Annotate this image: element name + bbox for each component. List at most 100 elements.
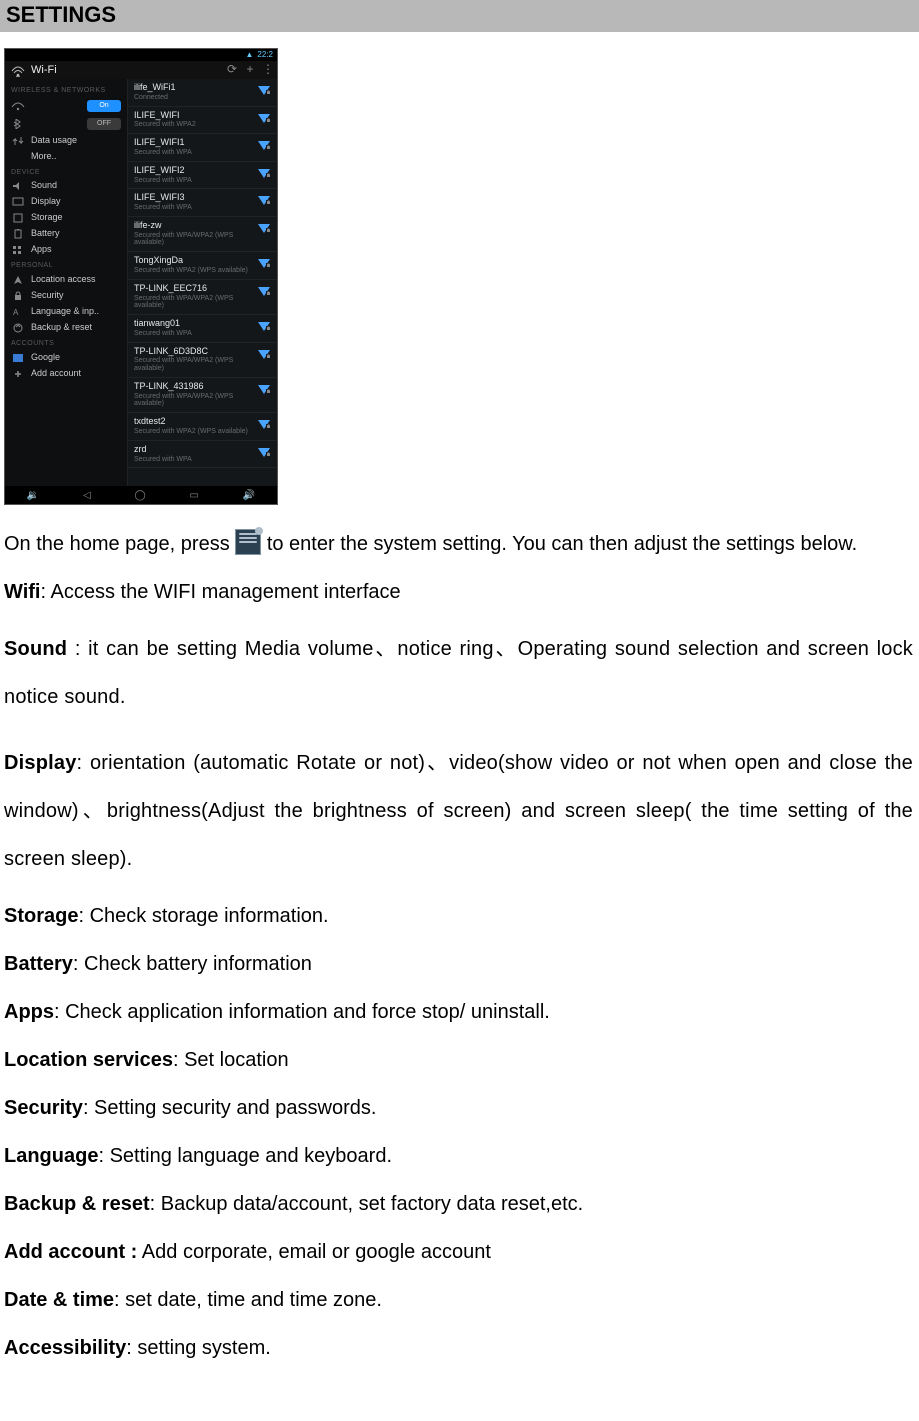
sidebar-item-storage[interactable]: Storage (5, 210, 127, 226)
sidebar-item-label: Language & inp.. (31, 307, 99, 317)
sidebar-item-backup-reset[interactable]: Backup & reset (5, 320, 127, 336)
wifi-network-item[interactable]: ILIFE_WIFI3Secured with WPA (128, 189, 277, 217)
system-nav-bar: 🔉 ◁ ◯ ▭ 🔊 (5, 486, 277, 504)
setting-desc: : Check application information and forc… (54, 1001, 550, 1023)
wifi-network-item[interactable]: txdtest2Secured with WPA2 (WPS available… (128, 413, 277, 441)
nav-sound-icon[interactable]: 🔊 (243, 490, 255, 501)
wifi-network-item[interactable]: tianwang01Secured with WPA (128, 315, 277, 343)
wifi-security: Secured with WPA2 (134, 121, 257, 129)
nav-home-icon[interactable]: ◯ (134, 490, 145, 501)
setting-desc: : Check battery information (73, 953, 312, 975)
sidebar-item-label: Add account (31, 369, 81, 379)
toggle-switch[interactable]: On (87, 100, 121, 112)
setting-desc: Add corporate, email or google account (137, 1241, 491, 1263)
sidebar-item-label: Security (31, 291, 64, 301)
wifi-ssid: TP-LINK_6D3D8C (134, 347, 257, 357)
sidebar-item-bt[interactable]: OFF (5, 115, 127, 133)
apps-icon (11, 245, 25, 255)
sidebar-item-data-usage[interactable]: Data usage (5, 133, 127, 149)
wifi-signal-icon (257, 167, 271, 179)
wifi-network-item[interactable]: ilife_WiFi1Connected (128, 79, 277, 107)
wifi-signal-icon (257, 222, 271, 234)
wifi-network-item[interactable]: TongXingDaSecured with WPA2 (WPS availab… (128, 252, 277, 280)
wifi-signal-icon (257, 320, 271, 332)
setting-desc: : it can be setting Media volume、notice … (4, 638, 913, 708)
wifi-ssid: TP-LINK_431986 (134, 382, 257, 392)
wifi-icon (11, 63, 25, 77)
setting-label: Battery (4, 953, 73, 975)
sidebar-category: WIRELESS & NETWORKS (5, 83, 127, 97)
wifi-security: Secured with WPA (134, 330, 257, 338)
wifi-network-item[interactable]: TP-LINK_6D3D8CSecured with WPA/WPA2 (WPS… (128, 343, 277, 378)
settings-screenshot: ▲ 22:2 Wi-Fi ⟳ + ⋮ WIRELESS & NETWORKS O… (4, 48, 919, 505)
wifi-ssid: ilife_WiFi1 (134, 83, 257, 93)
nav-sound-icon[interactable]: 🔉 (27, 490, 39, 501)
setting-label: Sound (4, 638, 75, 660)
wifi-network-item[interactable]: ILIFE_WIFISecured with WPA2 (128, 107, 277, 135)
setting-entry: Date & time: set date, time and time zon… (4, 1285, 913, 1315)
add-network-icon[interactable]: + (241, 63, 259, 76)
wifi-network-item[interactable]: TP-LINK_431986Secured with WPA/WPA2 (WPS… (128, 378, 277, 413)
sidebar-item-more[interactable]: More.. (5, 149, 127, 165)
wifi-ssid: tianwang01 (134, 319, 257, 329)
overflow-icon[interactable]: ⋮ (259, 63, 277, 76)
setting-entry: Accessibility: setting system. (4, 1333, 913, 1363)
sidebar-category: ACCOUNTS (5, 336, 127, 350)
toggle-switch[interactable]: OFF (87, 118, 121, 130)
setting-label: Backup & reset (4, 1193, 150, 1215)
sidebar-item-battery[interactable]: Battery (5, 226, 127, 242)
status-time: 22:2 (257, 51, 273, 60)
wifi-network-item[interactable]: ILIFE_WIFI2Secured with WPA (128, 162, 277, 190)
setting-entry: Battery: Check battery information (4, 949, 913, 979)
sidebar-item-language-inp[interactable]: ALanguage & inp.. (5, 304, 127, 320)
sidebar-item-location-access[interactable]: Location access (5, 272, 127, 288)
setting-label: Accessibility (4, 1337, 126, 1359)
display-icon (11, 197, 25, 207)
sidebar-item-label: Battery (31, 229, 60, 239)
sidebar-item-add-account[interactable]: Add account (5, 366, 127, 382)
sidebar-item-sound[interactable]: Sound (5, 178, 127, 194)
sidebar-item-display[interactable]: Display (5, 194, 127, 210)
sidebar-item-label: Sound (31, 181, 57, 191)
wifi-ssid: ILIFE_WIFI1 (134, 138, 257, 148)
setting-desc: : Set location (173, 1049, 289, 1071)
security-icon (11, 291, 25, 301)
setting-entry: Sound : it can be setting Media volume、n… (4, 625, 913, 721)
wifi-network-list: ilife_WiFi1ConnectedILIFE_WIFISecured wi… (128, 79, 277, 486)
setting-entry: Apps: Check application information and … (4, 997, 913, 1027)
sidebar-item-google[interactable]: Google (5, 350, 127, 366)
setting-label: Wifi (4, 581, 40, 603)
wifi-ssid: ILIFE_WIFI (134, 111, 257, 121)
wifi-ssid: TP-LINK_EEC716 (134, 284, 257, 294)
nav-back-icon[interactable]: ◁ (83, 490, 91, 501)
wifi-network-item[interactable]: zrdSecured with WPA (128, 441, 277, 469)
refresh-icon[interactable]: ⟳ (223, 63, 241, 76)
section-heading: SETTINGS (0, 0, 919, 32)
wifi-signal-icon (257, 194, 271, 206)
sidebar-item-label: Backup & reset (31, 323, 92, 333)
wifi-network-item[interactable]: ILIFE_WIFI1Secured with WPA (128, 134, 277, 162)
sidebar-item-apps[interactable]: Apps (5, 242, 127, 258)
wifi-icon (11, 101, 25, 111)
setting-label: Security (4, 1097, 83, 1119)
wifi-signal-icon (257, 348, 271, 360)
setting-entry: Backup & reset: Backup data/account, set… (4, 1189, 913, 1219)
setting-desc: : Access the WIFI management interface (40, 581, 400, 603)
setting-entry: Security: Setting security and passwords… (4, 1093, 913, 1123)
wifi-security: Secured with WPA/WPA2 (WPS available) (134, 357, 257, 372)
status-bar: ▲ 22:2 (5, 49, 277, 61)
sidebar-item-label: Google (31, 353, 60, 363)
wifi-signal-icon (257, 257, 271, 269)
wifi-signal-icon (257, 84, 271, 96)
settings-icon (235, 529, 261, 555)
sidebar-item-security[interactable]: Security (5, 288, 127, 304)
nav-recent-icon[interactable]: ▭ (189, 490, 198, 501)
sidebar-item-label: Display (31, 197, 61, 207)
wifi-network-item[interactable]: ilife-zwSecured with WPA/WPA2 (WPS avail… (128, 217, 277, 252)
location-icon (11, 275, 25, 285)
wifi-ssid: txdtest2 (134, 417, 257, 427)
wifi-network-item[interactable]: TP-LINK_EEC716Secured with WPA/WPA2 (WPS… (128, 280, 277, 315)
wifi-security: Connected (134, 94, 257, 102)
sidebar-item-wifi[interactable]: On (5, 97, 127, 115)
setting-label: Display (4, 752, 77, 774)
